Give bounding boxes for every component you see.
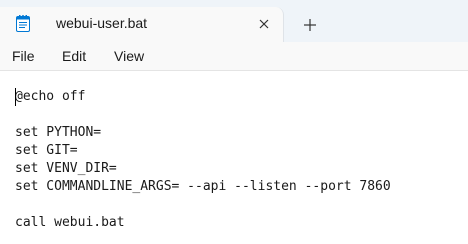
editor-line: set VENV_DIR= — [15, 161, 117, 176]
menu-bar: File Edit View — [0, 42, 468, 71]
tab-strip: webui-user.bat — [0, 0, 468, 42]
menu-view[interactable]: View — [114, 48, 144, 65]
text-caret — [15, 88, 16, 106]
tab-title: webui-user.bat — [56, 15, 148, 31]
close-icon[interactable] — [255, 15, 273, 33]
notepad-icon — [16, 15, 30, 32]
editor-line: set PYTHON= — [15, 125, 102, 140]
editor-line: call webui.bat — [15, 215, 125, 230]
menu-file[interactable]: File — [12, 48, 35, 65]
plus-icon[interactable] — [298, 13, 322, 37]
menu-edit[interactable]: Edit — [62, 48, 86, 65]
notepad-window: webui-user.bat File Edit View @echo off … — [0, 0, 468, 244]
editor-line: set COMMANDLINE_ARGS= --api --listen --p… — [15, 179, 391, 194]
text-editor[interactable]: @echo off set PYTHON= set GIT= set VENV_… — [0, 71, 468, 244]
editor-line: @echo off — [15, 89, 86, 104]
editor-line: set GIT= — [15, 143, 78, 158]
tab-webui-user-bat[interactable]: webui-user.bat — [0, 7, 284, 42]
